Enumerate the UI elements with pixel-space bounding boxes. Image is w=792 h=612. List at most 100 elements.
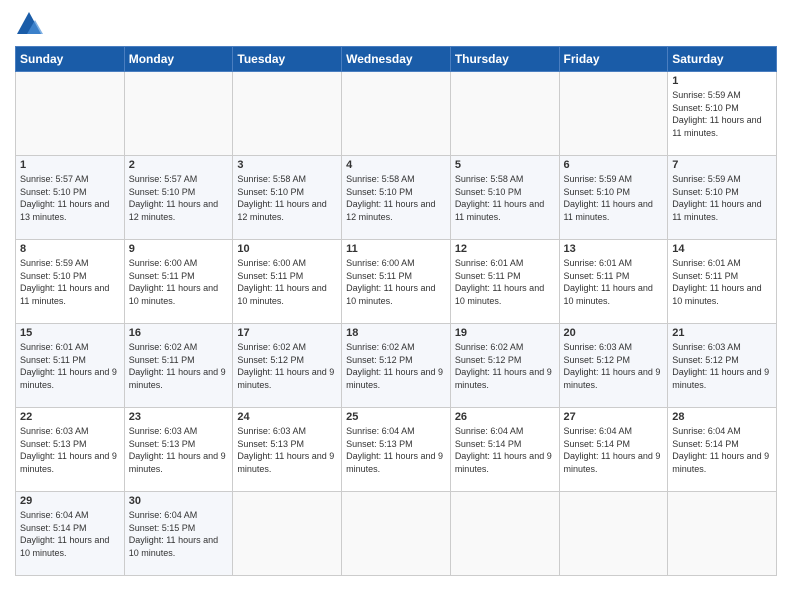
day-cell: 13 Sunrise: 6:01 AMSunset: 5:11 PMDaylig… <box>559 240 668 324</box>
day-info: Sunrise: 6:01 AMSunset: 5:11 PMDaylight:… <box>20 341 120 391</box>
day-number: 30 <box>129 495 229 507</box>
day-info: Sunrise: 6:03 AMSunset: 5:12 PMDaylight:… <box>564 341 664 391</box>
logo-icon <box>15 10 43 38</box>
day-cell <box>450 72 559 156</box>
day-info: Sunrise: 6:00 AMSunset: 5:11 PMDaylight:… <box>129 257 229 307</box>
day-cell: 16 Sunrise: 6:02 AMSunset: 5:11 PMDaylig… <box>124 324 233 408</box>
week-row-1: 1 Sunrise: 5:59 AMSunset: 5:10 PMDayligh… <box>16 72 777 156</box>
day-info: Sunrise: 5:59 AMSunset: 5:10 PMDaylight:… <box>672 173 772 223</box>
day-number: 11 <box>346 243 446 255</box>
day-cell: 29 Sunrise: 6:04 AMSunset: 5:14 PMDaylig… <box>16 492 125 576</box>
day-info: Sunrise: 6:02 AMSunset: 5:11 PMDaylight:… <box>129 341 229 391</box>
week-row-4: 15 Sunrise: 6:01 AMSunset: 5:11 PMDaylig… <box>16 324 777 408</box>
day-cell: 8 Sunrise: 5:59 AMSunset: 5:10 PMDayligh… <box>16 240 125 324</box>
weekday-thursday: Thursday <box>450 47 559 72</box>
day-cell: 17 Sunrise: 6:02 AMSunset: 5:12 PMDaylig… <box>233 324 342 408</box>
day-info: Sunrise: 5:59 AMSunset: 5:10 PMDaylight:… <box>564 173 664 223</box>
day-info: Sunrise: 6:00 AMSunset: 5:11 PMDaylight:… <box>346 257 446 307</box>
day-number: 1 <box>20 159 120 171</box>
day-info: Sunrise: 6:03 AMSunset: 5:13 PMDaylight:… <box>129 425 229 475</box>
weekday-friday: Friday <box>559 47 668 72</box>
day-number: 6 <box>564 159 664 171</box>
day-number: 4 <box>346 159 446 171</box>
day-number: 1 <box>672 75 772 87</box>
day-cell: 10 Sunrise: 6:00 AMSunset: 5:11 PMDaylig… <box>233 240 342 324</box>
day-number: 26 <box>455 411 555 423</box>
day-cell <box>342 72 451 156</box>
day-cell <box>559 72 668 156</box>
day-number: 21 <box>672 327 772 339</box>
day-cell: 1 Sunrise: 5:59 AMSunset: 5:10 PMDayligh… <box>668 72 777 156</box>
day-info: Sunrise: 5:58 AMSunset: 5:10 PMDaylight:… <box>237 173 337 223</box>
day-cell: 18 Sunrise: 6:02 AMSunset: 5:12 PMDaylig… <box>342 324 451 408</box>
day-info: Sunrise: 6:02 AMSunset: 5:12 PMDaylight:… <box>346 341 446 391</box>
day-number: 20 <box>564 327 664 339</box>
day-number: 27 <box>564 411 664 423</box>
weekday-monday: Monday <box>124 47 233 72</box>
day-cell: 1 Sunrise: 5:57 AMSunset: 5:10 PMDayligh… <box>16 156 125 240</box>
day-info: Sunrise: 6:04 AMSunset: 5:14 PMDaylight:… <box>672 425 772 475</box>
day-cell: 28 Sunrise: 6:04 AMSunset: 5:14 PMDaylig… <box>668 408 777 492</box>
day-number: 7 <box>672 159 772 171</box>
weekday-sunday: Sunday <box>16 47 125 72</box>
day-cell: 9 Sunrise: 6:00 AMSunset: 5:11 PMDayligh… <box>124 240 233 324</box>
day-number: 5 <box>455 159 555 171</box>
day-cell: 19 Sunrise: 6:02 AMSunset: 5:12 PMDaylig… <box>450 324 559 408</box>
week-row-3: 8 Sunrise: 5:59 AMSunset: 5:10 PMDayligh… <box>16 240 777 324</box>
week-row-5: 22 Sunrise: 6:03 AMSunset: 5:13 PMDaylig… <box>16 408 777 492</box>
day-number: 24 <box>237 411 337 423</box>
day-number: 9 <box>129 243 229 255</box>
day-cell: 27 Sunrise: 6:04 AMSunset: 5:14 PMDaylig… <box>559 408 668 492</box>
weekday-saturday: Saturday <box>668 47 777 72</box>
day-info: Sunrise: 6:04 AMSunset: 5:13 PMDaylight:… <box>346 425 446 475</box>
day-number: 16 <box>129 327 229 339</box>
day-cell <box>233 492 342 576</box>
day-number: 18 <box>346 327 446 339</box>
day-number: 10 <box>237 243 337 255</box>
day-number: 23 <box>129 411 229 423</box>
day-number: 17 <box>237 327 337 339</box>
day-info: Sunrise: 5:57 AMSunset: 5:10 PMDaylight:… <box>129 173 229 223</box>
day-number: 8 <box>20 243 120 255</box>
day-cell: 24 Sunrise: 6:03 AMSunset: 5:13 PMDaylig… <box>233 408 342 492</box>
day-cell: 23 Sunrise: 6:03 AMSunset: 5:13 PMDaylig… <box>124 408 233 492</box>
day-info: Sunrise: 6:00 AMSunset: 5:11 PMDaylight:… <box>237 257 337 307</box>
day-info: Sunrise: 6:01 AMSunset: 5:11 PMDaylight:… <box>455 257 555 307</box>
day-cell: 6 Sunrise: 5:59 AMSunset: 5:10 PMDayligh… <box>559 156 668 240</box>
weekday-tuesday: Tuesday <box>233 47 342 72</box>
day-cell: 20 Sunrise: 6:03 AMSunset: 5:12 PMDaylig… <box>559 324 668 408</box>
day-info: Sunrise: 5:59 AMSunset: 5:10 PMDaylight:… <box>20 257 120 307</box>
day-number: 29 <box>20 495 120 507</box>
day-info: Sunrise: 5:58 AMSunset: 5:10 PMDaylight:… <box>346 173 446 223</box>
day-number: 28 <box>672 411 772 423</box>
day-cell: 11 Sunrise: 6:00 AMSunset: 5:11 PMDaylig… <box>342 240 451 324</box>
day-info: Sunrise: 6:04 AMSunset: 5:14 PMDaylight:… <box>564 425 664 475</box>
day-info: Sunrise: 6:04 AMSunset: 5:14 PMDaylight:… <box>20 509 120 559</box>
calendar-page: SundayMondayTuesdayWednesdayThursdayFrid… <box>0 0 792 612</box>
day-cell: 3 Sunrise: 5:58 AMSunset: 5:10 PMDayligh… <box>233 156 342 240</box>
day-info: Sunrise: 6:02 AMSunset: 5:12 PMDaylight:… <box>237 341 337 391</box>
day-number: 25 <box>346 411 446 423</box>
day-cell <box>124 72 233 156</box>
day-info: Sunrise: 6:01 AMSunset: 5:11 PMDaylight:… <box>672 257 772 307</box>
day-number: 2 <box>129 159 229 171</box>
day-cell: 21 Sunrise: 6:03 AMSunset: 5:12 PMDaylig… <box>668 324 777 408</box>
day-number: 19 <box>455 327 555 339</box>
day-number: 22 <box>20 411 120 423</box>
calendar-table: SundayMondayTuesdayWednesdayThursdayFrid… <box>15 46 777 576</box>
day-cell <box>668 492 777 576</box>
day-info: Sunrise: 6:03 AMSunset: 5:13 PMDaylight:… <box>237 425 337 475</box>
day-info: Sunrise: 6:04 AMSunset: 5:14 PMDaylight:… <box>455 425 555 475</box>
weekday-header-row: SundayMondayTuesdayWednesdayThursdayFrid… <box>16 47 777 72</box>
day-info: Sunrise: 5:59 AMSunset: 5:10 PMDaylight:… <box>672 89 772 139</box>
day-number: 15 <box>20 327 120 339</box>
day-cell: 22 Sunrise: 6:03 AMSunset: 5:13 PMDaylig… <box>16 408 125 492</box>
day-cell: 12 Sunrise: 6:01 AMSunset: 5:11 PMDaylig… <box>450 240 559 324</box>
day-info: Sunrise: 6:03 AMSunset: 5:12 PMDaylight:… <box>672 341 772 391</box>
day-cell: 5 Sunrise: 5:58 AMSunset: 5:10 PMDayligh… <box>450 156 559 240</box>
day-info: Sunrise: 6:01 AMSunset: 5:11 PMDaylight:… <box>564 257 664 307</box>
week-row-2: 1 Sunrise: 5:57 AMSunset: 5:10 PMDayligh… <box>16 156 777 240</box>
day-cell: 25 Sunrise: 6:04 AMSunset: 5:13 PMDaylig… <box>342 408 451 492</box>
day-cell: 2 Sunrise: 5:57 AMSunset: 5:10 PMDayligh… <box>124 156 233 240</box>
day-info: Sunrise: 5:57 AMSunset: 5:10 PMDaylight:… <box>20 173 120 223</box>
